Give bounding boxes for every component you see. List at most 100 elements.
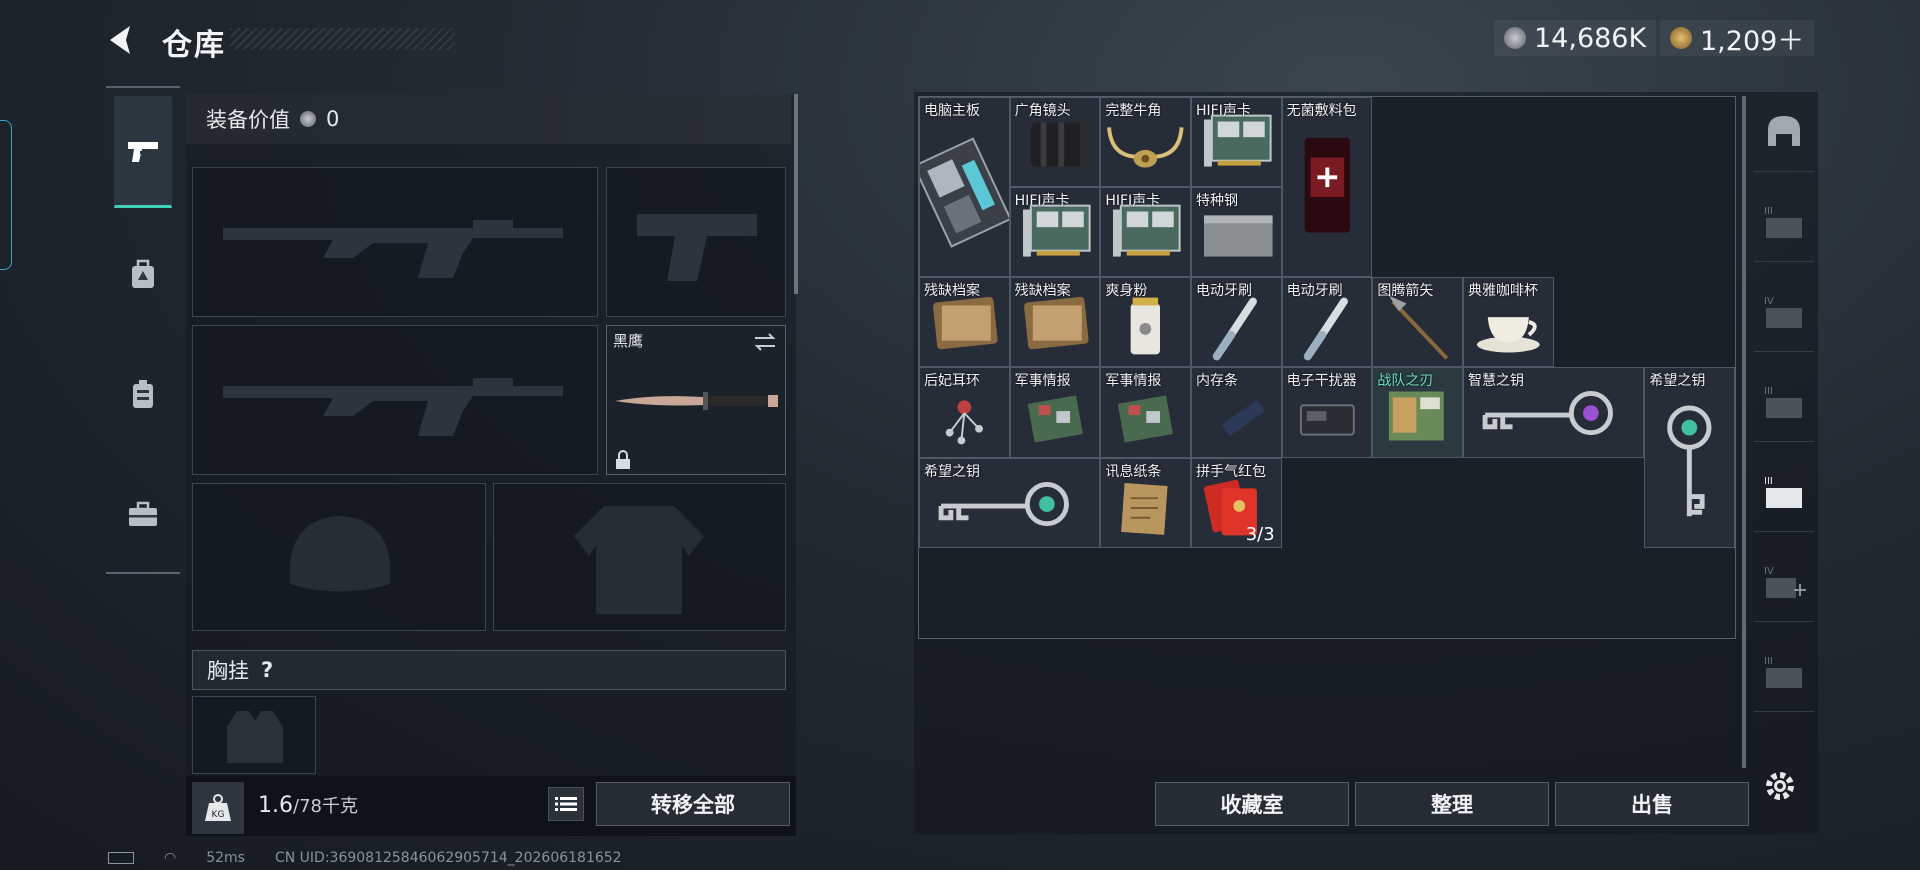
- rig-icon: [133, 380, 153, 408]
- item-consort-earring[interactable]: 后妃耳环: [919, 367, 1010, 458]
- item-name: 拼手气红包: [1195, 463, 1266, 480]
- sell-button[interactable]: 出售: [1555, 782, 1749, 826]
- item-military-intel[interactable]: 军事情报: [1009, 367, 1101, 458]
- item-name: 希望之钥: [1649, 373, 1706, 390]
- item-special-steel[interactable]: 特种钢: [1190, 187, 1282, 278]
- item-name: 军事情报: [1105, 373, 1162, 390]
- item-damaged-archive[interactable]: 残缺档案: [1009, 277, 1101, 368]
- item-squad-blade[interactable]: 战队之刃: [1372, 367, 1463, 458]
- primary-weapon-slot[interactable]: [192, 167, 598, 317]
- item-name: 广角镜头: [1014, 103, 1071, 119]
- list-icon: [555, 797, 577, 811]
- collection-room-button[interactable]: 收藏室: [1155, 782, 1349, 826]
- item-name: 典雅咖啡杯: [1467, 283, 1538, 300]
- weight-current: 1.6: [258, 793, 293, 818]
- item-motherboard[interactable]: 电脑主板: [919, 97, 1010, 278]
- item-key-of-hope[interactable]: 希望之钥: [919, 457, 1101, 548]
- help-icon[interactable]: ?: [261, 658, 273, 682]
- back-arrow-icon[interactable]: [104, 22, 140, 58]
- item-name: 残缺档案: [1014, 283, 1071, 300]
- item-horns[interactable]: 完整牛角: [1100, 97, 1191, 188]
- tab-rig-4-add[interactable]: IV: [1754, 542, 1814, 622]
- page-title: 仓库: [162, 28, 226, 63]
- helmet-slot[interactable]: [192, 483, 486, 631]
- tab-rig[interactable]: [114, 338, 172, 450]
- item-name: 电动牙刷: [1195, 283, 1252, 300]
- armor-slot[interactable]: [493, 483, 786, 631]
- item-elegant-coffee-cup[interactable]: 典雅咖啡杯: [1462, 277, 1554, 368]
- item-name: 特种钢: [1195, 193, 1238, 210]
- item-key-of-hope-vertical[interactable]: 希望之钥: [1644, 367, 1735, 548]
- left-scrollbar[interactable]: [794, 94, 798, 294]
- item-name: 残缺档案: [924, 283, 980, 300]
- tab-toolbox[interactable]: [114, 458, 172, 570]
- weight-icon: KG: [192, 782, 244, 834]
- item-message-note[interactable]: 讯息纸条: [1100, 457, 1191, 548]
- item-key-of-wisdom[interactable]: 智慧之钥: [1462, 367, 1645, 458]
- tab-armor-3b[interactable]: III: [1754, 362, 1814, 442]
- weight-max: /78千克: [293, 796, 358, 817]
- armor-3c-tab-icon: III: [1764, 656, 1802, 688]
- tab-helmet-container[interactable]: [1754, 92, 1814, 172]
- item-baby-powder[interactable]: 爽身粉: [1100, 277, 1191, 368]
- armor-4-tab-icon: IV: [1764, 296, 1802, 328]
- organize-button[interactable]: 整理: [1355, 782, 1549, 826]
- gold-currency[interactable]: 1,209＋: [1660, 20, 1815, 57]
- secondary-weapon-slot[interactable]: [192, 325, 598, 475]
- item-name: 军事情报: [1014, 373, 1071, 390]
- item-name: 内存条: [1195, 373, 1238, 390]
- list-view-button[interactable]: [548, 787, 584, 821]
- swap-icon[interactable]: [753, 332, 777, 352]
- settings-gear-icon[interactable]: [1762, 768, 1798, 804]
- item-hifi-sound-card[interactable]: HIFI声卡: [1190, 97, 1282, 188]
- item-sterile-dressing[interactable]: 无菌敷料包: [1281, 97, 1373, 278]
- item-military-intel[interactable]: 军事情报: [1100, 367, 1191, 458]
- svg-text:III: III: [1764, 656, 1773, 667]
- tab-armor-4[interactable]: IV: [1754, 272, 1814, 352]
- item-name: 希望之钥: [924, 463, 980, 480]
- silver-coin-icon: [1504, 27, 1526, 49]
- item-count: 3/3: [1245, 523, 1275, 545]
- item-name: 爽身粉: [1105, 283, 1148, 300]
- dressing-pack-icon: [1304, 137, 1350, 233]
- item-hifi-sound-card[interactable]: HIFI声卡: [1009, 187, 1101, 278]
- item-hifi-sound-card[interactable]: HIFI声卡: [1100, 187, 1191, 278]
- tab-armor-3[interactable]: III: [1754, 182, 1814, 262]
- item-ram-stick[interactable]: 内存条: [1190, 367, 1282, 458]
- gold-amount: 1,209＋: [1700, 25, 1805, 57]
- pistol-slot[interactable]: [606, 167, 786, 317]
- knife-icon: [615, 392, 778, 410]
- transfer-all-button[interactable]: 转移全部: [596, 782, 790, 826]
- tab-backpack[interactable]: [114, 218, 172, 330]
- item-damaged-archive[interactable]: 残缺档案: [919, 277, 1010, 368]
- item-wide-angle-lens[interactable]: 广角镜头: [1009, 97, 1101, 188]
- pistol-silhouette-icon: [637, 214, 757, 281]
- silver-coin-icon: [300, 111, 316, 127]
- lock-icon: [616, 450, 630, 469]
- svg-text:III: III: [1764, 476, 1773, 487]
- weight-readout: 1.6/78千克: [258, 792, 358, 818]
- tab-armor-3c[interactable]: III: [1754, 632, 1814, 712]
- title-decoration: [230, 28, 455, 50]
- armor-3b-tab-icon: III: [1764, 386, 1802, 418]
- tab-weapons[interactable]: [114, 96, 172, 208]
- svg-text:III: III: [1764, 206, 1773, 217]
- item-electric-toothbrush[interactable]: 电动牙刷: [1190, 277, 1282, 368]
- storage-scrollbar[interactable]: [1742, 96, 1746, 768]
- svg-text:IV: IV: [1764, 296, 1774, 307]
- pistol-icon: [128, 142, 158, 162]
- silver-currency[interactable]: 14,686K: [1494, 20, 1657, 56]
- chest-rig-slot[interactable]: [192, 696, 316, 774]
- item-red-envelope[interactable]: 拼手气红包 3/3: [1190, 457, 1282, 548]
- tab-rig-3[interactable]: III: [1754, 452, 1814, 532]
- gold-coin-icon: [1670, 27, 1692, 49]
- item-electric-toothbrush[interactable]: 电动牙刷: [1281, 277, 1373, 368]
- helmet-tab-icon: [1768, 115, 1800, 146]
- item-totem-arrow[interactable]: 图腾箭矢: [1372, 277, 1463, 368]
- rig-4-add-tab-icon: IV: [1764, 566, 1806, 598]
- svg-text:IV: IV: [1764, 566, 1774, 577]
- melee-slot[interactable]: 黑鹰: [606, 325, 786, 475]
- item-electronic-jammer[interactable]: 电子干扰器: [1281, 367, 1373, 458]
- item-name: 电动牙刷: [1286, 283, 1343, 300]
- ping-readout: 52ms: [206, 850, 245, 866]
